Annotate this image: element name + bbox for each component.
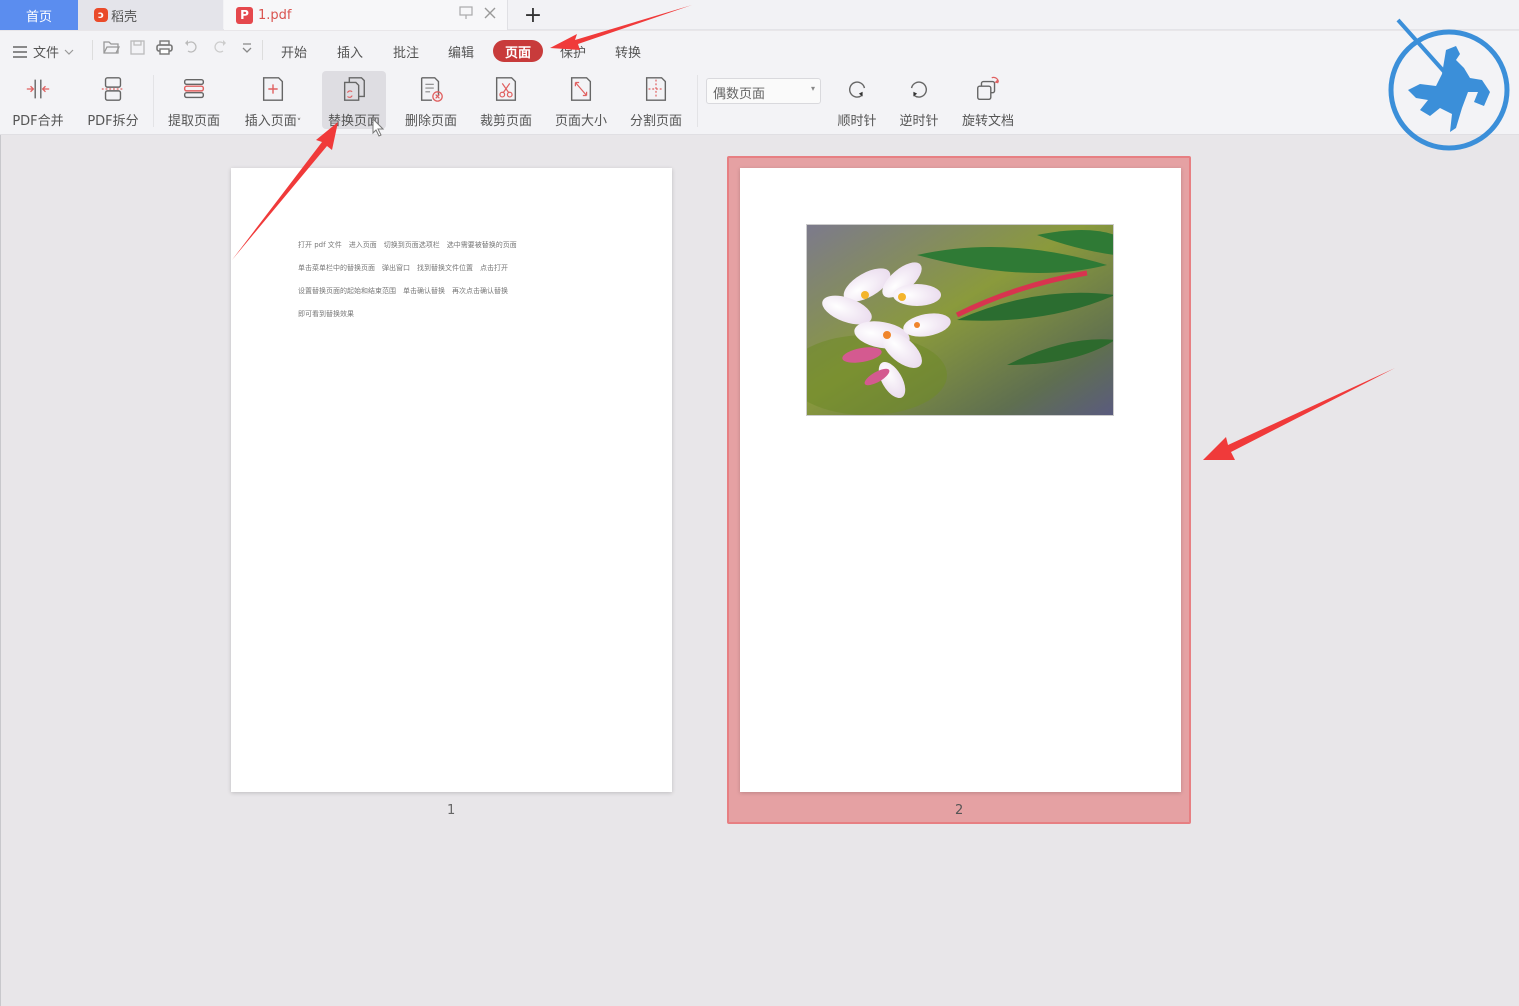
delete-page-icon — [420, 77, 443, 102]
file-menu[interactable]: 文件 — [12, 42, 74, 61]
insert-page-icon — [262, 77, 284, 101]
text-line: 打开 pdf 文件 进入页面 切换到页面选项栏 选中需要被替换的页面 — [298, 241, 517, 249]
delete-page-button[interactable]: 删除页面 — [400, 71, 462, 129]
divide-page-label: 分割页面 — [629, 114, 682, 129]
print-icon[interactable] — [156, 40, 173, 59]
divider — [92, 40, 93, 60]
page-text-content: 打开 pdf 文件 进入页面 切换到页面选项栏 选中需要被替换的页面 单击菜单栏… — [298, 234, 517, 326]
page-filter-select[interactable]: 偶数页面 ▾ — [706, 78, 821, 104]
menu-tab-annotate[interactable]: 批注 — [393, 42, 419, 61]
rotate-document-button[interactable]: 旋转文档 — [956, 71, 1020, 129]
open-icon[interactable] — [103, 40, 121, 59]
split-pdf-label: PDF拆分 — [87, 114, 139, 129]
menu-tab-convert[interactable]: 转换 — [615, 42, 641, 61]
rotate-document-icon — [977, 76, 999, 100]
split-icon — [101, 77, 125, 101]
pdf-page-thumbnail-1[interactable]: 打开 pdf 文件 进入页面 切换到页面选项栏 选中需要被替换的页面 单击菜单栏… — [231, 168, 672, 792]
menu-tab-protect[interactable]: 保护 — [560, 42, 586, 61]
divide-page-button[interactable]: 分割页面 — [625, 71, 687, 129]
pdf-icon: P — [236, 6, 253, 24]
page-number-1: 1 — [447, 803, 456, 818]
tab-bar: 首页 ↄ 稻壳 P 1.pdf + — [0, 0, 1519, 30]
menu-tab-start[interactable]: 开始 — [281, 42, 307, 61]
pdf-page-thumbnail-2[interactable] — [740, 168, 1181, 792]
menu-tab-insert[interactable]: 插入 — [337, 42, 363, 61]
window-edge — [0, 135, 1, 1006]
page-size-button[interactable]: 页面大小 — [550, 71, 612, 129]
rotate-clockwise-button[interactable]: 顺时针 — [830, 71, 884, 129]
text-line: 设置替换页面的起始和结束范围 单击确认替换 再次点击确认替换 — [298, 287, 508, 295]
knight-logo-watermark — [1388, 18, 1510, 151]
rotate-clockwise-label: 顺时针 — [837, 114, 877, 129]
rotate-counterclockwise-label: 逆时针 — [899, 114, 939, 129]
rotate-counterclockwise-button[interactable]: 逆时针 — [892, 71, 946, 129]
rotate-counterclockwise-icon — [910, 81, 927, 98]
menu-tab-edit[interactable]: 编辑 — [448, 42, 474, 61]
chevron-down-icon — [64, 49, 74, 55]
page-size-label: 页面大小 — [554, 114, 607, 129]
tab-daoke[interactable]: ↄ 稻壳 — [78, 0, 223, 30]
save-icon[interactable] — [130, 40, 145, 59]
tab-daoke-label: 稻壳 — [111, 9, 138, 25]
page-toolbar: PDF合并 PDF拆分 提取页面 插入页面˅ 替换页面 删除页面 裁剪页面 页面… — [0, 69, 1519, 135]
menu-tab-page[interactable]: 页面 — [493, 40, 543, 62]
tab-document-label: 1.pdf — [258, 7, 292, 23]
caret-down-icon: ▾ — [810, 84, 815, 93]
divider — [262, 40, 263, 60]
hamburger-icon — [13, 45, 27, 58]
extract-pages-icon — [183, 78, 205, 99]
merge-icon — [26, 79, 50, 99]
page-number-2: 2 — [955, 803, 964, 818]
new-tab-button[interactable]: + — [520, 2, 546, 28]
close-tab-icon[interactable] — [483, 6, 497, 24]
crop-page-icon — [495, 77, 517, 101]
crop-page-button[interactable]: 裁剪页面 — [475, 71, 537, 129]
pin-window-icon[interactable] — [459, 6, 473, 24]
replace-page-icon — [343, 77, 365, 101]
file-menu-label: 文件 — [33, 46, 60, 61]
daoke-flame-icon: ↄ — [94, 8, 108, 22]
mouse-cursor-icon — [372, 118, 385, 137]
text-line: 即可看到替换效果 — [298, 310, 354, 318]
page-filter-value: 偶数页面 — [713, 87, 766, 102]
divider — [697, 75, 698, 127]
merge-pdf-button[interactable]: PDF合并 — [6, 71, 70, 129]
more-icon[interactable] — [242, 40, 252, 58]
menu-bar: 文件 开始 插入 批注 编辑 页面 保护 转换 — [0, 31, 1519, 69]
rotate-document-label: 旋转文档 — [961, 114, 1014, 129]
crop-page-label: 裁剪页面 — [479, 114, 532, 129]
merge-pdf-label: PDF合并 — [12, 114, 64, 129]
undo-icon[interactable] — [184, 40, 199, 58]
extract-pages-label: 提取页面 — [167, 114, 220, 129]
page-size-icon — [570, 77, 592, 101]
insert-page-button[interactable]: 插入页面˅ — [238, 71, 308, 129]
insert-page-label: 插入页面˅ — [244, 114, 302, 129]
rotate-clockwise-icon — [849, 81, 866, 98]
flower-image — [806, 224, 1114, 416]
arrow-to-page-2 — [1203, 368, 1395, 460]
delete-page-label: 删除页面 — [404, 114, 457, 129]
divider — [153, 75, 154, 127]
text-line: 单击菜单栏中的替换页面 弹出窗口 找到替换文件位置 点击打开 — [298, 264, 508, 272]
tab-home[interactable]: 首页 — [0, 0, 78, 30]
redo-icon[interactable] — [212, 40, 227, 58]
extract-pages-button[interactable]: 提取页面 — [163, 71, 225, 129]
tab-document[interactable]: P 1.pdf — [224, 0, 508, 30]
split-pdf-button[interactable]: PDF拆分 — [82, 71, 144, 129]
divide-page-icon — [645, 77, 667, 101]
